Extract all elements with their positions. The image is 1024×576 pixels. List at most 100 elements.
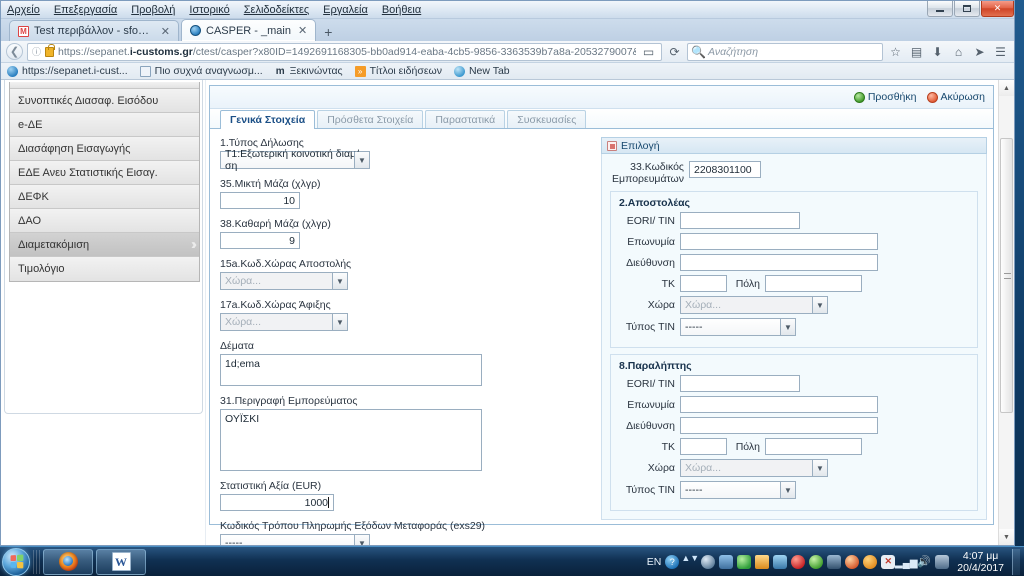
bookmark-item-new-tab[interactable]: New Tab: [453, 65, 510, 77]
browser-tab-gmail[interactable]: M Test περιβάλλον - sfourkas@ ✕: [9, 20, 179, 41]
statistical-value-input[interactable]: 1000: [220, 494, 334, 511]
dispatch-country-select[interactable]: Χώρα... ▼: [220, 272, 348, 290]
scroll-up-button[interactable]: ▲: [998, 80, 1014, 96]
bookmark-item-sepanet[interactable]: https://sepanet.i-cust...: [7, 65, 128, 77]
new-tab-button[interactable]: +: [318, 25, 338, 41]
sidebar-item-partial[interactable]: · · · · · ·: [10, 82, 199, 89]
bookmark-item-headlines[interactable]: » Τίτλοι ειδήσεων: [354, 65, 442, 77]
media-icon[interactable]: [701, 554, 716, 569]
word-task[interactable]: W: [96, 548, 146, 575]
consignee-name-input[interactable]: [680, 396, 878, 413]
wireless-icon[interactable]: [809, 554, 824, 569]
sidebar-item-import-declaration[interactable]: Διασάφηση Εισαγωγής: [10, 137, 199, 161]
tab-additional-data[interactable]: Πρόσθετα Στοιχεία: [317, 110, 424, 128]
scrollbar-thumb[interactable]: [1000, 138, 1013, 413]
signal-bars-icon[interactable]: ▂▄▆: [895, 555, 917, 569]
home-icon[interactable]: ⌂: [950, 43, 967, 60]
minimize-button[interactable]: [927, 1, 953, 17]
action-center-icon[interactable]: [935, 554, 950, 569]
tab-close-icon[interactable]: ✕: [159, 25, 172, 38]
gross-mass-input[interactable]: 10: [220, 192, 300, 209]
bookmark-star-icon[interactable]: ☆: [887, 43, 904, 60]
start-button[interactable]: [2, 547, 30, 576]
declaration-type-select[interactable]: T1:Εξωτερική κοινοτική διαμ/ση ▼: [220, 148, 370, 172]
show-desktop-button[interactable]: [1012, 548, 1020, 575]
back-button[interactable]: ❮: [6, 43, 23, 60]
tab-documents[interactable]: Παραστατικά: [425, 110, 506, 128]
consignor-eori-input[interactable]: [680, 212, 800, 229]
commodity-code-input[interactable]: 2208301100: [689, 161, 761, 178]
consignee-eori-input[interactable]: [680, 375, 800, 392]
sidebar-item-summary-entry[interactable]: Συνοπτικές Διασαφ. Εισόδου: [10, 89, 199, 113]
info-icon[interactable]: ⓘ: [32, 45, 41, 58]
consignor-address-input[interactable]: [680, 254, 878, 271]
field-label: Χώρα: [647, 299, 675, 311]
volume-icon[interactable]: 🔊: [917, 555, 931, 569]
maximize-button[interactable]: [954, 1, 980, 17]
packages-textarea[interactable]: 1d;ema: [220, 354, 482, 386]
consignee-city-input[interactable]: [765, 438, 862, 455]
network-share-icon[interactable]: [719, 554, 734, 569]
update-icon[interactable]: [845, 554, 860, 569]
sidebar-item-transit[interactable]: Διαμετακόμιση ››: [10, 233, 199, 257]
consignee-address-input[interactable]: [680, 417, 878, 434]
reload-icon[interactable]: ⟳: [666, 43, 683, 60]
consignee-tin-type-select[interactable]: ----- ▼: [680, 481, 796, 499]
menu-item-history[interactable]: Ιστορικό: [189, 1, 229, 19]
bookmark-item-getting-started[interactable]: m Ξεκινώντας: [275, 65, 343, 77]
consignor-city-input[interactable]: [765, 275, 862, 292]
shield-green-icon[interactable]: [737, 554, 752, 569]
consignee-postcode-input[interactable]: [680, 438, 727, 455]
consignor-name-input[interactable]: [680, 233, 878, 250]
tab-general-data[interactable]: Γενικά Στοιχεία: [220, 110, 316, 129]
downloads-icon[interactable]: ⬇: [929, 43, 946, 60]
menu-item-tools[interactable]: Εργαλεία: [323, 1, 368, 19]
cancel-button[interactable]: Ακύρωση: [926, 91, 985, 103]
tab-packages[interactable]: Συσκευασίες: [507, 110, 587, 128]
add-button[interactable]: Προσθήκη: [853, 91, 917, 103]
browser-tab-casper[interactable]: CASPER - _main ✕: [181, 19, 317, 41]
menu-item-file[interactable]: Αρχείο: [7, 1, 40, 19]
sidebar-item-defk[interactable]: ΔΕΦΚ: [10, 185, 199, 209]
sidebar-item-ede[interactable]: e-ΔΕ: [10, 113, 199, 137]
menu-item-edit[interactable]: Επεξεργασία: [54, 1, 117, 19]
library-icon[interactable]: ▤: [908, 43, 925, 60]
menu-item-view[interactable]: Προβολή: [131, 1, 175, 19]
send-icon[interactable]: ➤: [971, 43, 988, 60]
consignor-tin-type-select[interactable]: ----- ▼: [680, 318, 796, 336]
warning-icon[interactable]: [863, 554, 878, 569]
sort-icon[interactable]: ▲▼: [681, 553, 699, 569]
close-button[interactable]: ✕: [981, 1, 1014, 17]
reader-mode-icon[interactable]: ▭: [640, 44, 657, 60]
hamburger-menu-icon[interactable]: ☰: [992, 43, 1009, 60]
page-scrollbar[interactable]: ▲ ▼: [998, 80, 1014, 545]
menu-item-bookmarks[interactable]: Σελιδοδείκτες: [244, 1, 309, 19]
consignee-country-select[interactable]: Χώρα... ▼: [680, 459, 828, 477]
sidebar-item-ede-no-statistics[interactable]: ΕΔΕ Ανευ Στατιστικής Εισαγ.: [10, 161, 199, 185]
firefox-task[interactable]: [43, 548, 93, 575]
scroll-down-button[interactable]: ▼: [998, 529, 1014, 545]
goods-description-textarea[interactable]: ΟΥΪΣΚΙ: [220, 409, 482, 471]
antivirus-icon[interactable]: [791, 554, 806, 569]
sidebar-item-invoice[interactable]: Τιμολόγιο: [10, 257, 199, 281]
search-input[interactable]: 🔍 Αναζήτηση: [687, 42, 883, 61]
consignor-country-select[interactable]: Χώρα... ▼: [680, 296, 828, 314]
sidebar-item-dao[interactable]: ΔΑΟ: [10, 209, 199, 233]
consignor-postcode-input[interactable]: [680, 275, 727, 292]
chevron-up-icon: ▲: [1003, 84, 1010, 92]
net-mass-input[interactable]: 9: [220, 232, 300, 249]
field-gross-mass: 35.Μικτή Μάζα (χλγρ) 10: [220, 178, 595, 209]
address-bar[interactable]: ⓘ https://sepanet.i-customs.gr/ctest/cas…: [27, 42, 662, 61]
language-indicator[interactable]: EN: [647, 556, 662, 568]
network-error-icon[interactable]: ✕: [881, 554, 896, 569]
help-icon[interactable]: ?: [665, 554, 680, 569]
tab-close-icon[interactable]: ✕: [296, 24, 309, 37]
arrival-country-select[interactable]: Χώρα... ▼: [220, 313, 348, 331]
transport-payment-code-select[interactable]: ----- ▼: [220, 534, 370, 545]
bookmark-item-most-visited[interactable]: Πιο συχνά αναγνωσμ...: [139, 65, 263, 77]
menu-item-help[interactable]: Βοήθεια: [382, 1, 421, 19]
sync-icon[interactable]: [773, 554, 788, 569]
lock-yellow-icon[interactable]: [755, 554, 770, 569]
taskbar-clock[interactable]: 4:07 μμ 20/4/2017: [957, 550, 1008, 574]
printer-icon[interactable]: [827, 554, 842, 569]
